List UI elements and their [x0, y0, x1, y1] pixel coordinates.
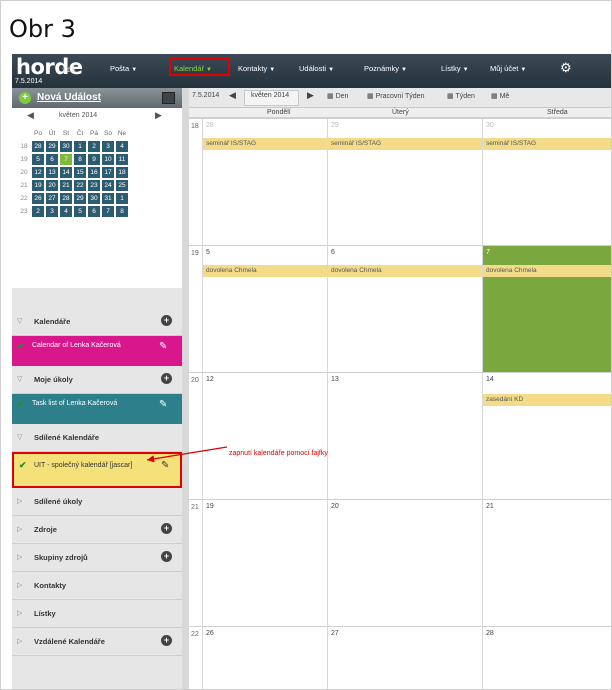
horde-app: horde 3.1.5 7.5.2014 Pošta ▼ Kalendář ▼ Ko… [12, 54, 611, 689]
figure-caption: Obr 3 [9, 15, 76, 43]
figure-frame: Obr 3 horde 3.1.5 7.5.2014 Pošta ▼ Kalend… [0, 0, 612, 690]
annotation-arrow [146, 446, 228, 463]
